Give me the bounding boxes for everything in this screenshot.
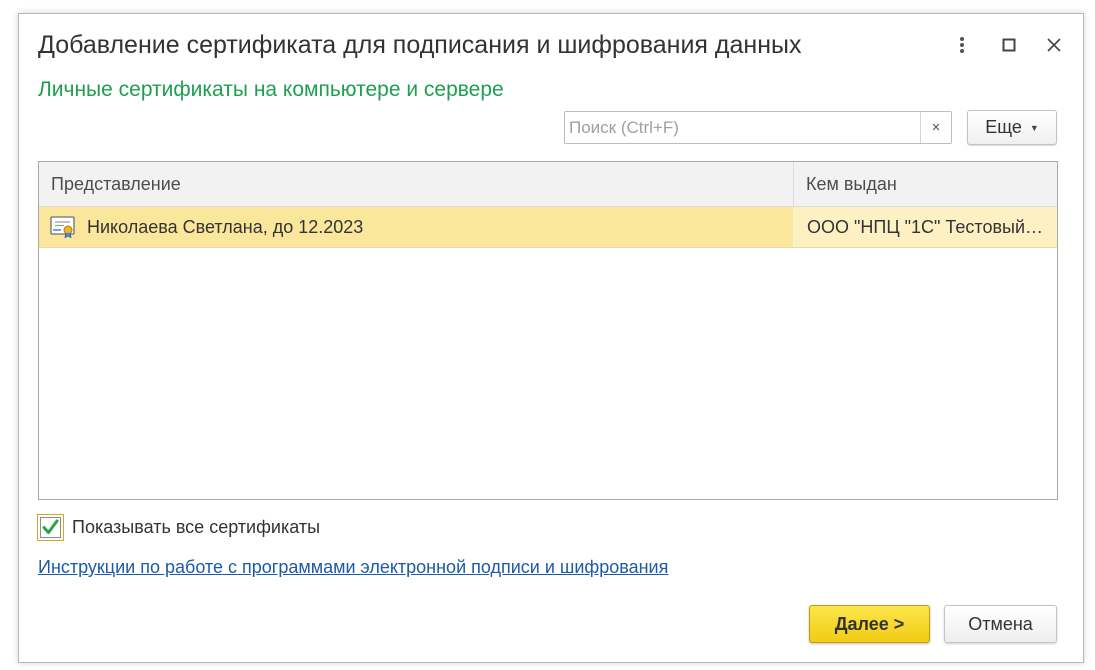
maximize-icon[interactable]	[996, 32, 1022, 58]
show-all-checkbox[interactable]	[37, 514, 64, 541]
certificates-table: Представление Кем выдан Николаева Светла…	[38, 161, 1058, 500]
dialog-window: Добавление сертификата для подписания и …	[18, 13, 1084, 663]
more-button-label: Еще	[985, 117, 1022, 137]
section-subtitle: Личные сертификаты на компьютере и серве…	[38, 78, 504, 101]
instructions-link[interactable]: Инструкции по работе с программами элект…	[38, 557, 668, 578]
search-box: ×	[564, 111, 952, 144]
search-input[interactable]	[565, 112, 921, 143]
certificate-icon	[50, 216, 75, 238]
table-header: Представление Кем выдан	[39, 162, 1057, 207]
cell-presentation: Николаева Светлана, до 12.2023	[39, 207, 794, 247]
column-header-issued-by[interactable]: Кем выдан	[794, 162, 1057, 206]
show-all-label[interactable]: Показывать все сертификаты	[72, 517, 320, 538]
next-button[interactable]: Далее >	[809, 605, 930, 643]
certificate-name: Николаева Светлана, до 12.2023	[87, 217, 364, 237]
checkbox-box	[40, 517, 61, 538]
dialog-title: Добавление сертификата для подписания и …	[38, 31, 802, 59]
cell-issued-by: ООО "НПЦ "1С" Тестовый УЦ	[794, 207, 1057, 247]
checkmark-icon	[42, 519, 59, 534]
chevron-down-icon: ▼	[1029, 122, 1039, 133]
more-vertical-icon[interactable]	[949, 32, 975, 58]
table-row[interactable]: Николаева Светлана, до 12.2023 ООО "НПЦ …	[39, 207, 1057, 248]
cancel-button[interactable]: Отмена	[944, 605, 1057, 643]
more-button[interactable]: Еще ▼	[967, 110, 1057, 145]
search-clear-button[interactable]: ×	[920, 112, 951, 143]
close-icon[interactable]	[1041, 32, 1067, 58]
column-header-presentation[interactable]: Представление	[39, 162, 794, 206]
